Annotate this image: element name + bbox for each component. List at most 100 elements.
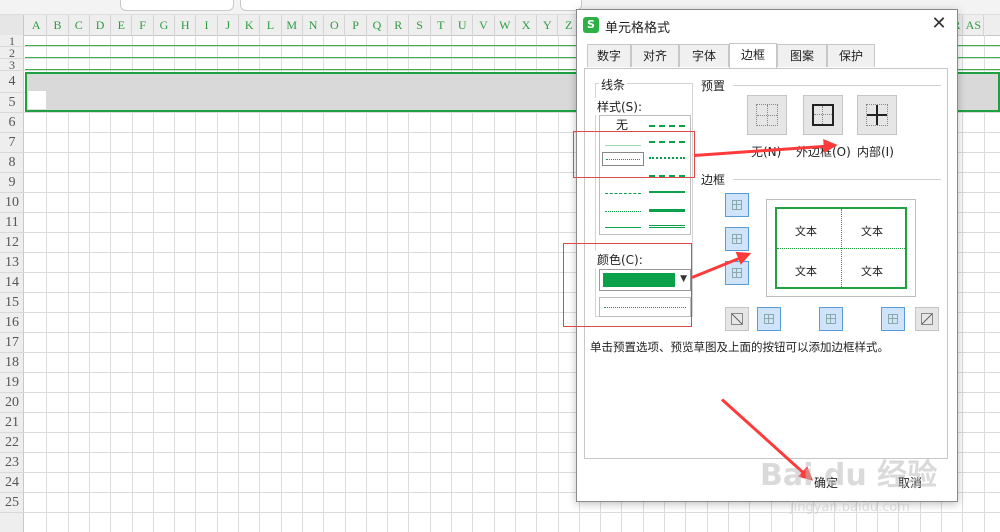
preview-text: 文本 <box>861 225 883 238</box>
row-header[interactable]: 8 <box>0 153 24 173</box>
inside-vertical-border-icon <box>826 314 836 324</box>
row-header[interactable]: 6 <box>0 113 24 133</box>
column-header[interactable]: A <box>26 15 48 35</box>
right-border-button[interactable] <box>881 307 905 331</box>
diagonal-down-border-button[interactable] <box>915 307 939 331</box>
row-header[interactable]: 7 <box>0 133 24 153</box>
tab-number[interactable]: 数字 <box>587 44 631 67</box>
close-button[interactable]: ✕ <box>929 14 949 34</box>
row-header[interactable]: 18 <box>0 353 24 373</box>
top-border-button[interactable] <box>725 193 749 217</box>
row-header[interactable]: 1 <box>0 35 24 47</box>
column-header[interactable]: E <box>111 15 133 35</box>
line-style-option[interactable] <box>602 204 644 218</box>
annotation-box <box>573 131 695 178</box>
row-header[interactable]: 16 <box>0 313 24 333</box>
column-header[interactable]: M <box>282 15 303 35</box>
column-header[interactable]: I <box>196 15 218 35</box>
watermark-brand: Bai du 经验 <box>760 458 938 493</box>
row-header[interactable]: 17 <box>0 333 24 353</box>
line-style-option[interactable] <box>646 218 688 232</box>
line-style-option[interactable] <box>646 118 688 132</box>
tab-border[interactable]: 边框 <box>729 43 777 68</box>
column-header[interactable]: Q <box>367 15 389 35</box>
row-header[interactable]: 9 <box>0 173 24 193</box>
border-preview[interactable]: 文本 文本 文本 文本 <box>766 199 916 297</box>
column-header[interactable]: D <box>90 15 112 35</box>
tab-alignment[interactable]: 对齐 <box>631 44 679 67</box>
row-header[interactable]: 15 <box>0 293 24 313</box>
row-header[interactable]: 24 <box>0 473 24 493</box>
diagonal-up-icon <box>731 313 743 325</box>
column-header[interactable]: R <box>388 15 410 35</box>
dialog-title: 单元格格式 <box>605 21 671 36</box>
preset-inside-button[interactable] <box>857 95 897 135</box>
workbook-tab[interactable] <box>240 0 582 11</box>
column-header[interactable]: N <box>303 15 325 35</box>
workbook-tab[interactable] <box>120 0 234 11</box>
tab-font[interactable]: 字体 <box>679 44 729 67</box>
border-group-label: 边框 <box>699 171 728 188</box>
tab-protection[interactable]: 保护 <box>827 44 875 67</box>
column-header[interactable]: V <box>473 15 495 35</box>
dialog-titlebar[interactable]: S 单元格格式 ✕ <box>577 10 957 40</box>
column-header[interactable]: U <box>452 15 474 35</box>
column-header[interactable]: J <box>218 15 239 35</box>
column-header[interactable]: X <box>516 15 538 35</box>
row-header[interactable]: 13 <box>0 253 24 273</box>
select-all-corner[interactable] <box>0 15 24 35</box>
hint-text: 单击预置选项、预览草图及上面的按钮可以添加边框样式。 <box>590 340 889 354</box>
style-label: 样式(S): <box>595 98 645 115</box>
annotation-box <box>563 243 692 327</box>
line-style-option[interactable] <box>646 202 688 216</box>
line-style-option[interactable] <box>602 186 644 200</box>
column-header[interactable]: S <box>409 15 431 35</box>
row-header[interactable]: 23 <box>0 453 24 473</box>
column-header[interactable]: K <box>239 15 261 35</box>
column-header[interactable]: B <box>47 15 69 35</box>
column-header[interactable]: W <box>495 15 516 35</box>
preset-outline-button[interactable] <box>803 95 843 135</box>
outline-border-icon <box>812 104 834 126</box>
row-header[interactable]: 4 <box>0 71 24 93</box>
bottom-border-icon <box>732 268 742 278</box>
column-header[interactable]: C <box>69 15 90 35</box>
bottom-border-button[interactable] <box>725 261 749 285</box>
preset-none-button[interactable] <box>747 95 787 135</box>
row-header[interactable]: 21 <box>0 413 24 433</box>
left-border-icon <box>764 314 774 324</box>
preview-text: 文本 <box>795 265 817 278</box>
row-header[interactable]: 19 <box>0 373 24 393</box>
row-header[interactable]: 5 <box>0 93 24 113</box>
row-header[interactable]: 11 <box>0 213 24 233</box>
row-header[interactable]: 12 <box>0 233 24 253</box>
diagonal-up-border-button[interactable] <box>725 307 749 331</box>
row-header[interactable]: 10 <box>0 193 24 213</box>
line-style-option[interactable] <box>646 184 688 198</box>
row-header[interactable]: 3 <box>0 59 24 71</box>
inside-border-icon <box>866 104 888 126</box>
left-border-button[interactable] <box>757 307 781 331</box>
column-header[interactable]: G <box>154 15 176 35</box>
column-header[interactable]: L <box>260 15 282 35</box>
column-header[interactable]: H <box>175 15 197 35</box>
column-header[interactable]: O <box>324 15 346 35</box>
active-cell[interactable] <box>28 91 46 109</box>
middle-vertical-border-button[interactable] <box>819 307 843 331</box>
column-header[interactable]: AS <box>963 15 985 35</box>
preview-outline: 文本 文本 文本 文本 <box>775 207 907 289</box>
row-header[interactable]: 25 <box>0 493 24 513</box>
line-style-none[interactable]: 无 <box>602 118 642 132</box>
column-header[interactable]: F <box>133 15 154 35</box>
preview-text: 文本 <box>795 225 817 238</box>
row-header[interactable]: 2 <box>0 47 24 59</box>
row-header[interactable]: 20 <box>0 393 24 413</box>
row-header[interactable]: 22 <box>0 433 24 453</box>
column-header[interactable]: Y <box>537 15 559 35</box>
row-header[interactable]: 14 <box>0 273 24 293</box>
column-header[interactable]: T <box>431 15 452 35</box>
column-header[interactable]: P <box>346 15 367 35</box>
no-border-icon <box>756 104 778 126</box>
line-style-option[interactable] <box>602 220 644 234</box>
tab-pattern[interactable]: 图案 <box>777 44 827 67</box>
